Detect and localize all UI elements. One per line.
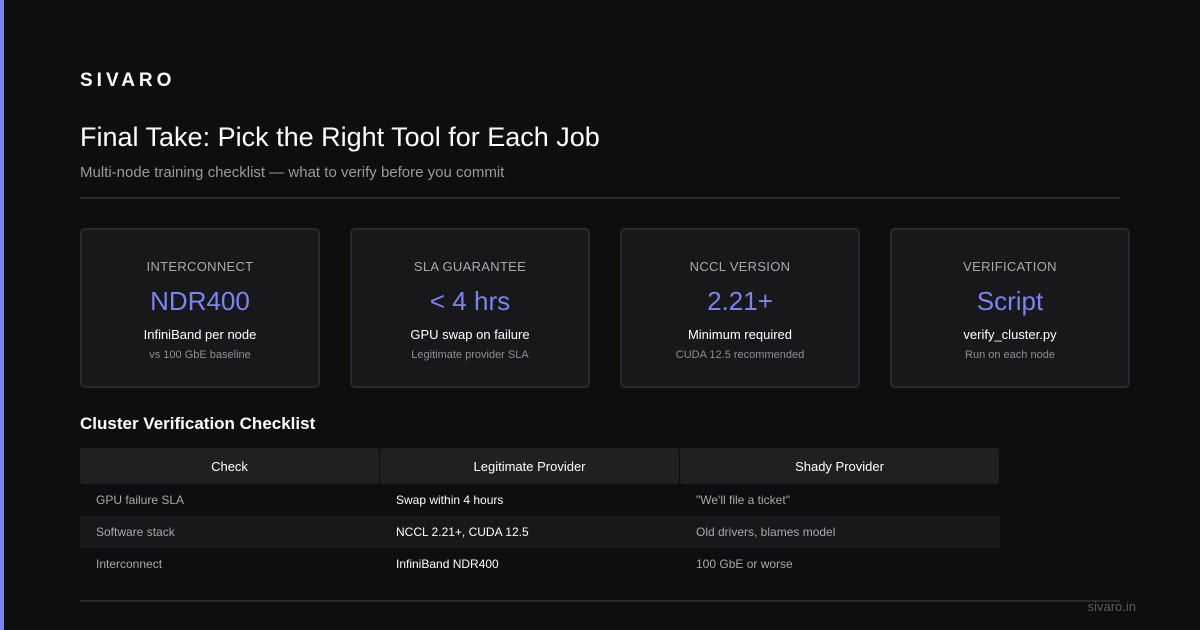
cell-check: Interconnect <box>96 557 163 571</box>
card-value: Script <box>976 286 1044 316</box>
stat-card-nccl: NCCL VERSION 2.21+ Minimum required CUDA… <box>620 228 860 388</box>
table-row: GPU failure SLA Swap within 4 hours "We'… <box>80 484 1000 516</box>
card-description: InfiniBand per node <box>143 327 257 342</box>
card-label: SLA GUARANTEE <box>413 259 527 274</box>
cell-shady: 100 GbE or worse <box>696 557 793 571</box>
cell-shady: "We'll file a ticket" <box>696 493 790 507</box>
stat-card-interconnect: INTERCONNECT NDR400 InfiniBand per node … <box>80 228 320 388</box>
column-header-legitimate: Legitimate Provider <box>380 448 680 484</box>
card-note: Legitimate provider SLA <box>411 349 529 361</box>
table-row: Interconnect InfiniBand NDR400 100 GbE o… <box>80 548 1000 580</box>
card-note: vs 100 GbE baseline <box>149 349 251 361</box>
card-value: NDR400 <box>150 286 250 316</box>
card-description: Minimum required <box>687 327 793 342</box>
cell-shady: Old drivers, blames model <box>696 525 836 539</box>
footer-link[interactable]: sivaro.in <box>1088 599 1136 614</box>
table-header: Check Legitimate Provider Shady Provider <box>80 448 1000 484</box>
stat-card-sla: SLA GUARANTEE < 4 hrs GPU swap on failur… <box>350 228 590 388</box>
checklist-table: Check Legitimate Provider Shady Provider… <box>80 448 1000 580</box>
column-header-shady: Shady Provider <box>680 448 999 484</box>
brand-logo: SIVARO <box>80 70 176 91</box>
card-description: GPU swap on failure <box>410 327 530 342</box>
header-divider <box>80 197 1120 199</box>
cell-legitimate: Swap within 4 hours <box>396 493 504 507</box>
accent-bar <box>0 0 4 630</box>
card-value: 2.21+ <box>707 286 773 316</box>
card-note: CUDA 12.5 recommended <box>675 349 805 361</box>
card-value: < 4 hrs <box>429 286 511 316</box>
cell-legitimate: NCCL 2.21+, CUDA 12.5 <box>396 525 529 539</box>
cell-check: GPU failure SLA <box>96 493 185 507</box>
footer-divider <box>80 600 1120 602</box>
cell-check: Software stack <box>96 525 175 539</box>
card-label: NCCL VERSION <box>689 259 791 274</box>
stat-card-verification: VERIFICATION Script verify_cluster.py Ru… <box>890 228 1130 388</box>
card-note: Run on each node <box>965 349 1055 361</box>
page-subtitle: Multi-node training checklist — what to … <box>80 164 505 181</box>
table-row: Software stack NCCL 2.21+, CUDA 12.5 Old… <box>80 516 1000 548</box>
card-label: INTERCONNECT <box>146 259 254 274</box>
column-header-check: Check <box>80 448 380 484</box>
card-description: verify_cluster.py <box>963 327 1057 342</box>
cell-legitimate: InfiniBand NDR400 <box>396 557 499 571</box>
page-title: Final Take: Pick the Right Tool for Each… <box>80 122 600 152</box>
checklist-title: Cluster Verification Checklist <box>80 414 316 433</box>
card-label: VERIFICATION <box>963 259 1057 274</box>
